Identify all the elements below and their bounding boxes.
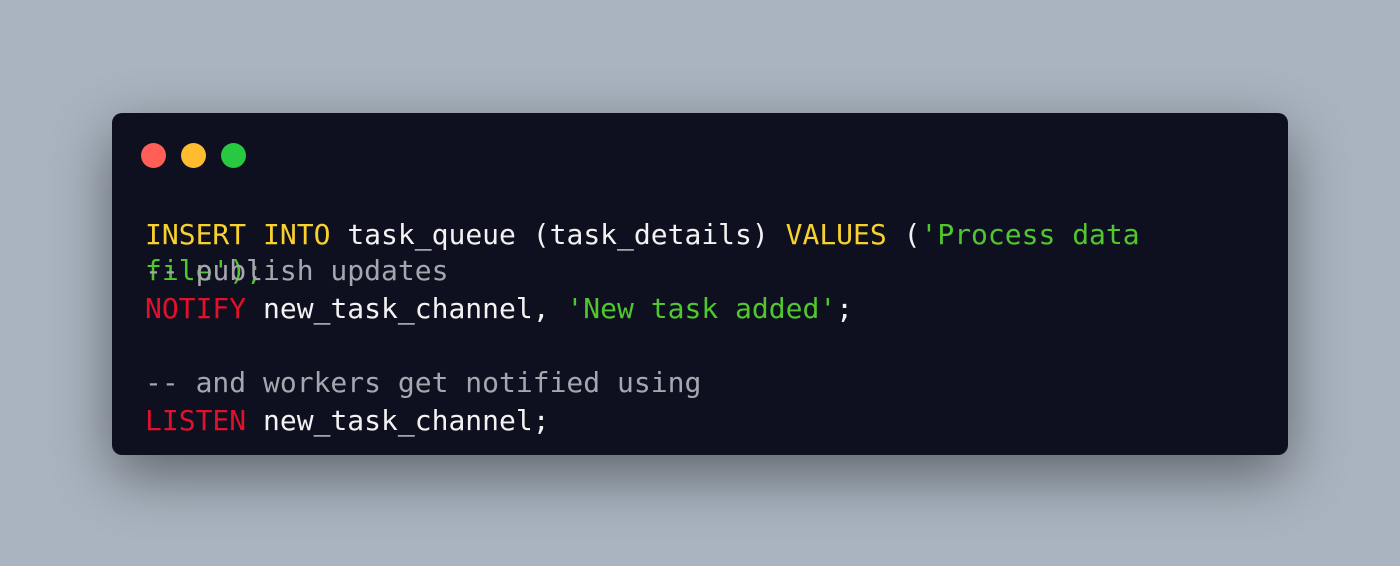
semicolon: ; — [836, 292, 854, 325]
open-paren: ( — [903, 218, 921, 251]
string-literal-new-task: 'New task added' — [566, 292, 837, 325]
listen-channel-text: new_task_channel; — [263, 404, 550, 437]
code-line-1: INSERT INTO task_queue (task_details) VA… — [145, 217, 1140, 253]
keyword-values: VALUES — [785, 218, 887, 251]
keyword-insert: INSERT — [145, 218, 247, 251]
code-line-3: NOTIFY new_task_channel, 'New task added… — [145, 291, 853, 327]
code-block: INSERT INTO task_queue (task_details) VA… — [145, 113, 1140, 455]
maximize-dot-icon[interactable] — [221, 143, 246, 168]
keyword-into: INTO — [263, 218, 331, 251]
code-window: INSERT INTO task_queue (task_details) VA… — [112, 113, 1288, 455]
keyword-listen: LISTEN — [145, 404, 247, 437]
string-literal-process: 'Process data — [920, 218, 1140, 251]
keyword-notify: NOTIFY — [145, 292, 247, 325]
code-line-6: LISTEN new_task_channel; — [145, 403, 550, 439]
comment-workers-notified: -- and workers get notified using — [145, 366, 702, 399]
code-line-5: -- and workers get notified using — [145, 365, 701, 401]
code-line-2-comment: -- publish updates — [145, 253, 448, 289]
channel-name-text: new_task_channel, — [263, 292, 550, 325]
table-columns-text: task_queue (task_details) — [347, 218, 769, 251]
comment-publish-updates: -- publish updates — [145, 254, 449, 287]
